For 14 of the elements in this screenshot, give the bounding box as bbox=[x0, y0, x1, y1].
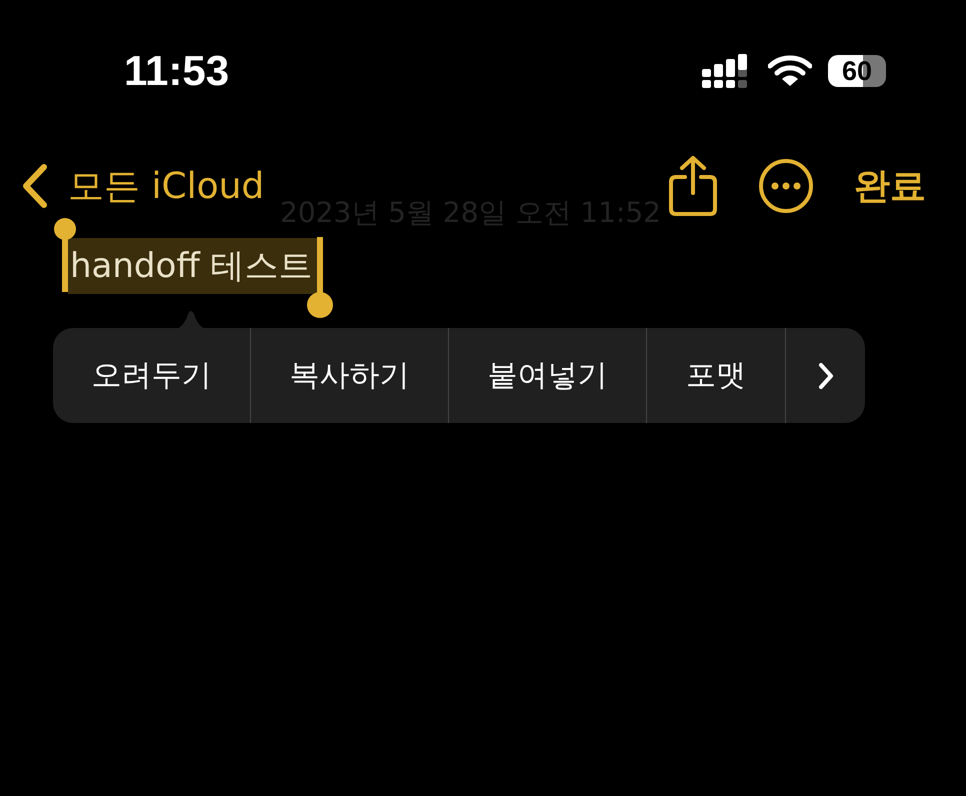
chevron-right-icon bbox=[816, 362, 834, 390]
menu-item[interactable]: 복사하기 bbox=[251, 328, 449, 423]
battery-indicator: 60 bbox=[828, 55, 886, 87]
share-icon[interactable] bbox=[668, 155, 718, 217]
chevron-left-icon bbox=[20, 163, 50, 209]
menu-item[interactable]: 붙여넣기 bbox=[449, 328, 647, 423]
back-button[interactable]: 모든 iCloud bbox=[20, 162, 264, 210]
menu-item[interactable]: 포맷 bbox=[647, 328, 786, 423]
status-time: 11:53 bbox=[124, 47, 230, 95]
note-text[interactable]: handoff 테스트 bbox=[68, 238, 317, 294]
wifi-icon bbox=[768, 55, 812, 87]
done-button[interactable]: 완료 bbox=[854, 162, 926, 210]
menu-item[interactable]: 오려두기 bbox=[53, 328, 251, 423]
more-icon[interactable] bbox=[758, 158, 814, 214]
